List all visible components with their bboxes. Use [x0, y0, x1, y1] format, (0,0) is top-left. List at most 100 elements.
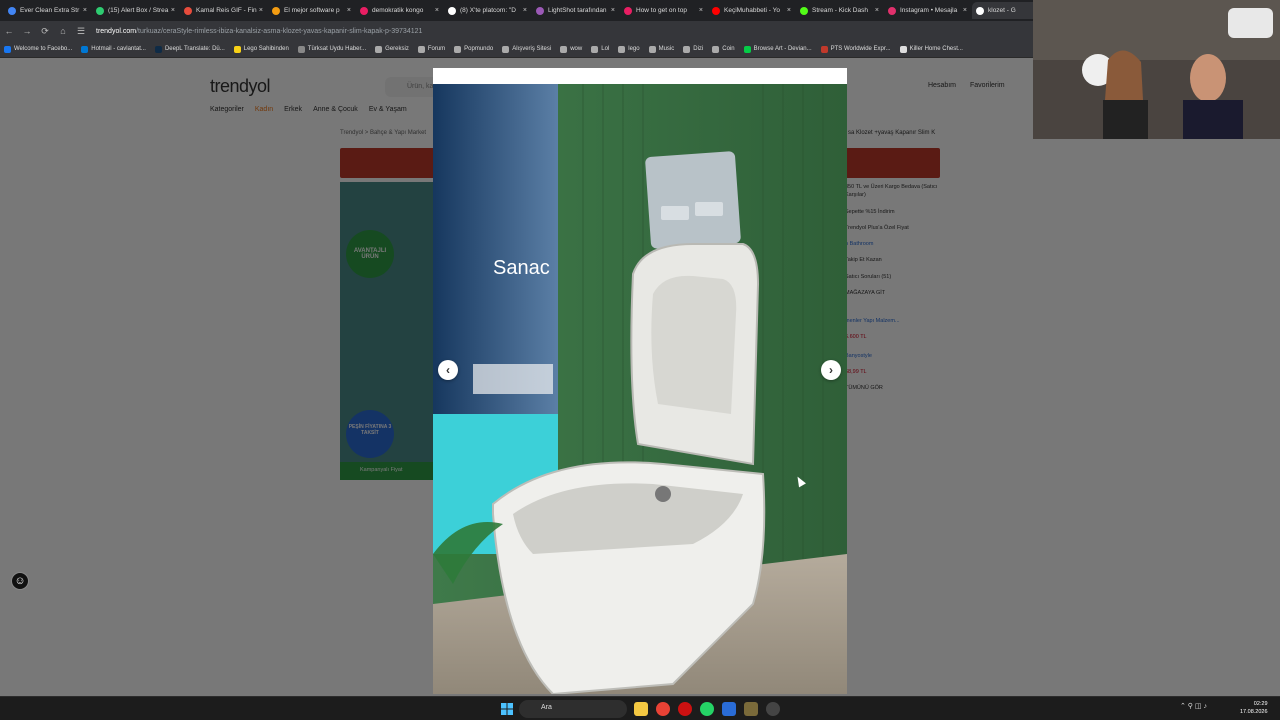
bookmark-icon	[4, 45, 11, 53]
browser-tab[interactable]: (15) Alert Box / Strea ×	[92, 2, 179, 19]
bookmark-item[interactable]: Killer Home Chest...	[899, 45, 963, 53]
bookmark-item[interactable]: Welcome to Facebo...	[4, 45, 73, 53]
whatsapp-icon[interactable]	[700, 702, 714, 716]
bookmark-item[interactable]: Alışveriş Sitesi	[502, 45, 551, 53]
browser-tab[interactable]: How to get on top ×	[620, 2, 707, 19]
clock-time: 02:29	[1253, 701, 1268, 707]
tab-close-icon[interactable]: ×	[523, 7, 527, 14]
browser-tab[interactable]: Kamal Reis GIF - Fin ×	[180, 2, 267, 19]
chrome-icon[interactable]	[656, 702, 670, 716]
bookmark-item[interactable]: DeepL Translate: Dü...	[154, 45, 225, 53]
tab-favicon-icon	[800, 6, 808, 15]
discount-offer[interactable]: Sepette %15 İndirim	[845, 208, 940, 216]
favorites-link[interactable]: Favorilerim	[970, 82, 1005, 89]
bookmark-item[interactable]: Türksat Uydu Haber...	[297, 45, 366, 53]
browser-tab[interactable]: demokratik kongo ×	[356, 2, 443, 19]
bookmark-label: Browse Art - Devian...	[753, 46, 812, 52]
bookmark-item[interactable]: Coin	[712, 45, 735, 53]
accessibility-icon[interactable]: ☺	[11, 572, 29, 590]
category-link[interactable]: Ev & Yaşam	[369, 106, 407, 113]
store-name[interactable]: n Bathroom	[845, 240, 940, 248]
home-icon[interactable]: ⌂	[54, 26, 72, 36]
bookmark-item[interactable]: PTS Worldwide Expr...	[820, 45, 891, 53]
bookmark-icon	[618, 45, 626, 53]
browser-tab[interactable]: El mejor software p ×	[268, 2, 355, 19]
opera-icon[interactable]	[678, 702, 692, 716]
obs-icon[interactable]	[766, 702, 780, 716]
site-info-icon[interactable]: ☰	[72, 26, 90, 37]
other-seller-1[interactable]: menler Yapı Malzem...	[845, 317, 940, 325]
bookmark-label: Gereksiz	[385, 46, 409, 52]
category-link[interactable]: Kadın	[255, 106, 273, 113]
file-explorer-icon[interactable]	[634, 702, 648, 716]
browser-tab[interactable]: KeçiMuhabbeti - Yo ×	[708, 2, 795, 19]
bookmark-item[interactable]: lego	[618, 45, 640, 53]
browser-tab[interactable]: (8) X'te platcom: "D ×	[444, 2, 531, 19]
url-field[interactable]: trendyol.com /turkuaz/ceraStyle-rimless-…	[96, 28, 422, 35]
browser-tab[interactable]: Instagram • Mesajla ×	[884, 2, 971, 19]
breadcrumb: Trendyol > Bahçe & Yapı Market	[340, 130, 427, 136]
plus-offer[interactable]: Trendyol Plus'a Özel Fiyat	[845, 224, 940, 232]
account-link[interactable]: Hesabım	[928, 82, 956, 89]
taskbar-clock[interactable]: 02:29 17.08.2026	[1240, 701, 1268, 716]
bookmark-icon	[683, 45, 691, 53]
bookmark-item[interactable]: Hotmail - cavlantat...	[81, 45, 146, 53]
tab-close-icon[interactable]: ×	[611, 7, 615, 14]
tab-close-icon[interactable]: ×	[875, 7, 879, 14]
windows-start-icon[interactable]	[501, 703, 513, 715]
browser-tab[interactable]: LightShot tarafından ×	[532, 2, 619, 19]
advantage-badge: AVANTAJLI ÜRÜN	[346, 230, 394, 278]
cargo-offer[interactable]: 350 TL ve Üzeri Kargo Bedava (Satıcı Kar…	[845, 183, 940, 200]
other-seller-2[interactable]: Banyostyle	[845, 352, 940, 360]
previous-image-button[interactable]: ‹	[438, 360, 458, 380]
bookmark-icon	[743, 45, 751, 53]
back-icon[interactable]: ←	[0, 26, 18, 36]
bookmark-icon	[154, 45, 162, 53]
product-image-main[interactable]: AVANTAJLI ÜRÜN PEŞİN FİYATINA 3 TAKSİT K…	[340, 182, 435, 480]
reload-icon[interactable]: ⟳	[36, 26, 54, 37]
bookmark-label: Welcome to Facebo...	[14, 46, 73, 52]
seller-questions[interactable]: Satıcı Soruları (51)	[845, 273, 940, 281]
tab-close-icon[interactable]: ×	[83, 7, 87, 14]
follow-store[interactable]: Takip Et Kazan	[845, 256, 940, 264]
app-icon[interactable]	[722, 702, 736, 716]
see-all-button[interactable]: TÜMÜNÜ GÖR	[845, 384, 940, 392]
bookmark-item[interactable]: Lego Sahibinden	[233, 45, 289, 53]
browser-tab[interactable]: Ever Clean Extra Str ×	[4, 2, 91, 19]
forward-icon[interactable]: →	[18, 26, 36, 36]
bookmark-label: Lego Sahibinden	[243, 46, 289, 52]
tab-favicon-icon	[888, 6, 896, 15]
product-title: sa Klozet +yavaş Kapanır Slim K	[848, 130, 936, 136]
bookmark-item[interactable]: Browse Art - Devian...	[743, 45, 812, 53]
taskbar-search[interactable]: Ara	[519, 700, 627, 718]
bookmark-item[interactable]: Popmundo	[454, 45, 493, 53]
tab-close-icon[interactable]: ×	[699, 7, 703, 14]
bookmark-item[interactable]: Forum	[417, 45, 445, 53]
next-image-button[interactable]: ›	[821, 360, 841, 380]
tab-close-icon[interactable]: ×	[787, 7, 791, 14]
bookmark-item[interactable]: Music	[648, 45, 674, 53]
bookmark-item[interactable]: wow	[560, 45, 582, 53]
tab-close-icon[interactable]: ×	[963, 7, 967, 14]
bookmark-item[interactable]: Gereksiz	[375, 45, 409, 53]
system-tray[interactable]: ⌃ ⚲ ◫ ♪	[1180, 702, 1207, 710]
account-menu: Hesabım Favorilerim	[928, 82, 1019, 89]
image-lightbox: Sanac ‹ ›	[433, 68, 847, 694]
bookmark-item[interactable]: Dizi	[683, 45, 703, 53]
bookmark-item[interactable]: Lol	[591, 45, 609, 53]
category-link[interactable]: Kategoriler	[210, 106, 244, 113]
tab-close-icon[interactable]: ×	[171, 7, 175, 14]
page-content: trendyol Ürün, ka Kategoriler Kadın Erkek A…	[0, 58, 1280, 696]
go-to-store-button[interactable]: MAĞAZAYA GİT	[845, 289, 940, 297]
category-link[interactable]: Anne & Çocuk	[313, 106, 358, 113]
category-link[interactable]: Erkek	[284, 106, 302, 113]
tab-close-icon[interactable]: ×	[259, 7, 263, 14]
installment-badge: PEŞİN FİYATINA 3 TAKSİT	[346, 410, 394, 458]
tab-close-icon[interactable]: ×	[347, 7, 351, 14]
site-logo[interactable]: trendyol	[210, 76, 271, 97]
game-icon[interactable]	[744, 702, 758, 716]
tab-close-icon[interactable]: ×	[435, 7, 439, 14]
tab-title: Stream - Kick Dash	[812, 7, 868, 14]
bookmark-icon	[591, 45, 599, 53]
browser-tab[interactable]: Stream - Kick Dash ×	[796, 2, 883, 19]
